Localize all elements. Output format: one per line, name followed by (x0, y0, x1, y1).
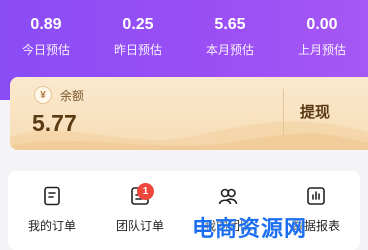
stat-today[interactable]: 0.89 今日预估 (0, 14, 92, 59)
team-icon (218, 188, 238, 205)
order-menu: 我的订单 团队订单 我的团队 数据报表 (8, 171, 360, 250)
balance-value: 5.77 (32, 110, 77, 136)
estimate-stats: 0.89 今日预估 0.25 昨日预估 5.65 本月预估 0.00 上月预估 (0, 14, 368, 59)
stat-last-month[interactable]: 0.00 上月预估 (276, 14, 368, 59)
stat-label: 本月预估 (205, 43, 254, 57)
stat-this-month[interactable]: 5.65 本月预估 (184, 14, 276, 59)
menu-label: 我的订单 (27, 219, 76, 233)
stat-label: 昨日预估 (113, 43, 162, 57)
balance-label: 余额 (60, 89, 85, 103)
team-orders-badge: 1 (137, 183, 154, 200)
section-gap (0, 150, 368, 168)
report-icon (307, 187, 325, 205)
stat-yesterday[interactable]: 0.25 昨日预估 (92, 14, 184, 59)
stat-value: 0.00 (306, 16, 338, 33)
order-list-icon (44, 186, 60, 206)
stat-label: 今日预估 (21, 43, 70, 57)
card-divider (283, 89, 284, 135)
stat-label: 上月预估 (297, 43, 346, 57)
menu-item-my-orders[interactable]: 我的订单 (8, 171, 96, 250)
coin-icon: ¥ (34, 86, 52, 104)
withdraw-button[interactable]: 提现 (300, 101, 330, 122)
stat-value: 0.25 (122, 16, 154, 33)
stat-value: 0.89 (30, 16, 62, 33)
menu-label: 团队订单 (115, 219, 164, 233)
watermark: 电商资源网 (192, 216, 308, 241)
menu-item-team-orders[interactable]: 团队订单 (96, 171, 184, 250)
stat-value: 5.65 (214, 16, 246, 33)
balance-card: ¥ 余额 5.77 提现 (10, 77, 368, 150)
